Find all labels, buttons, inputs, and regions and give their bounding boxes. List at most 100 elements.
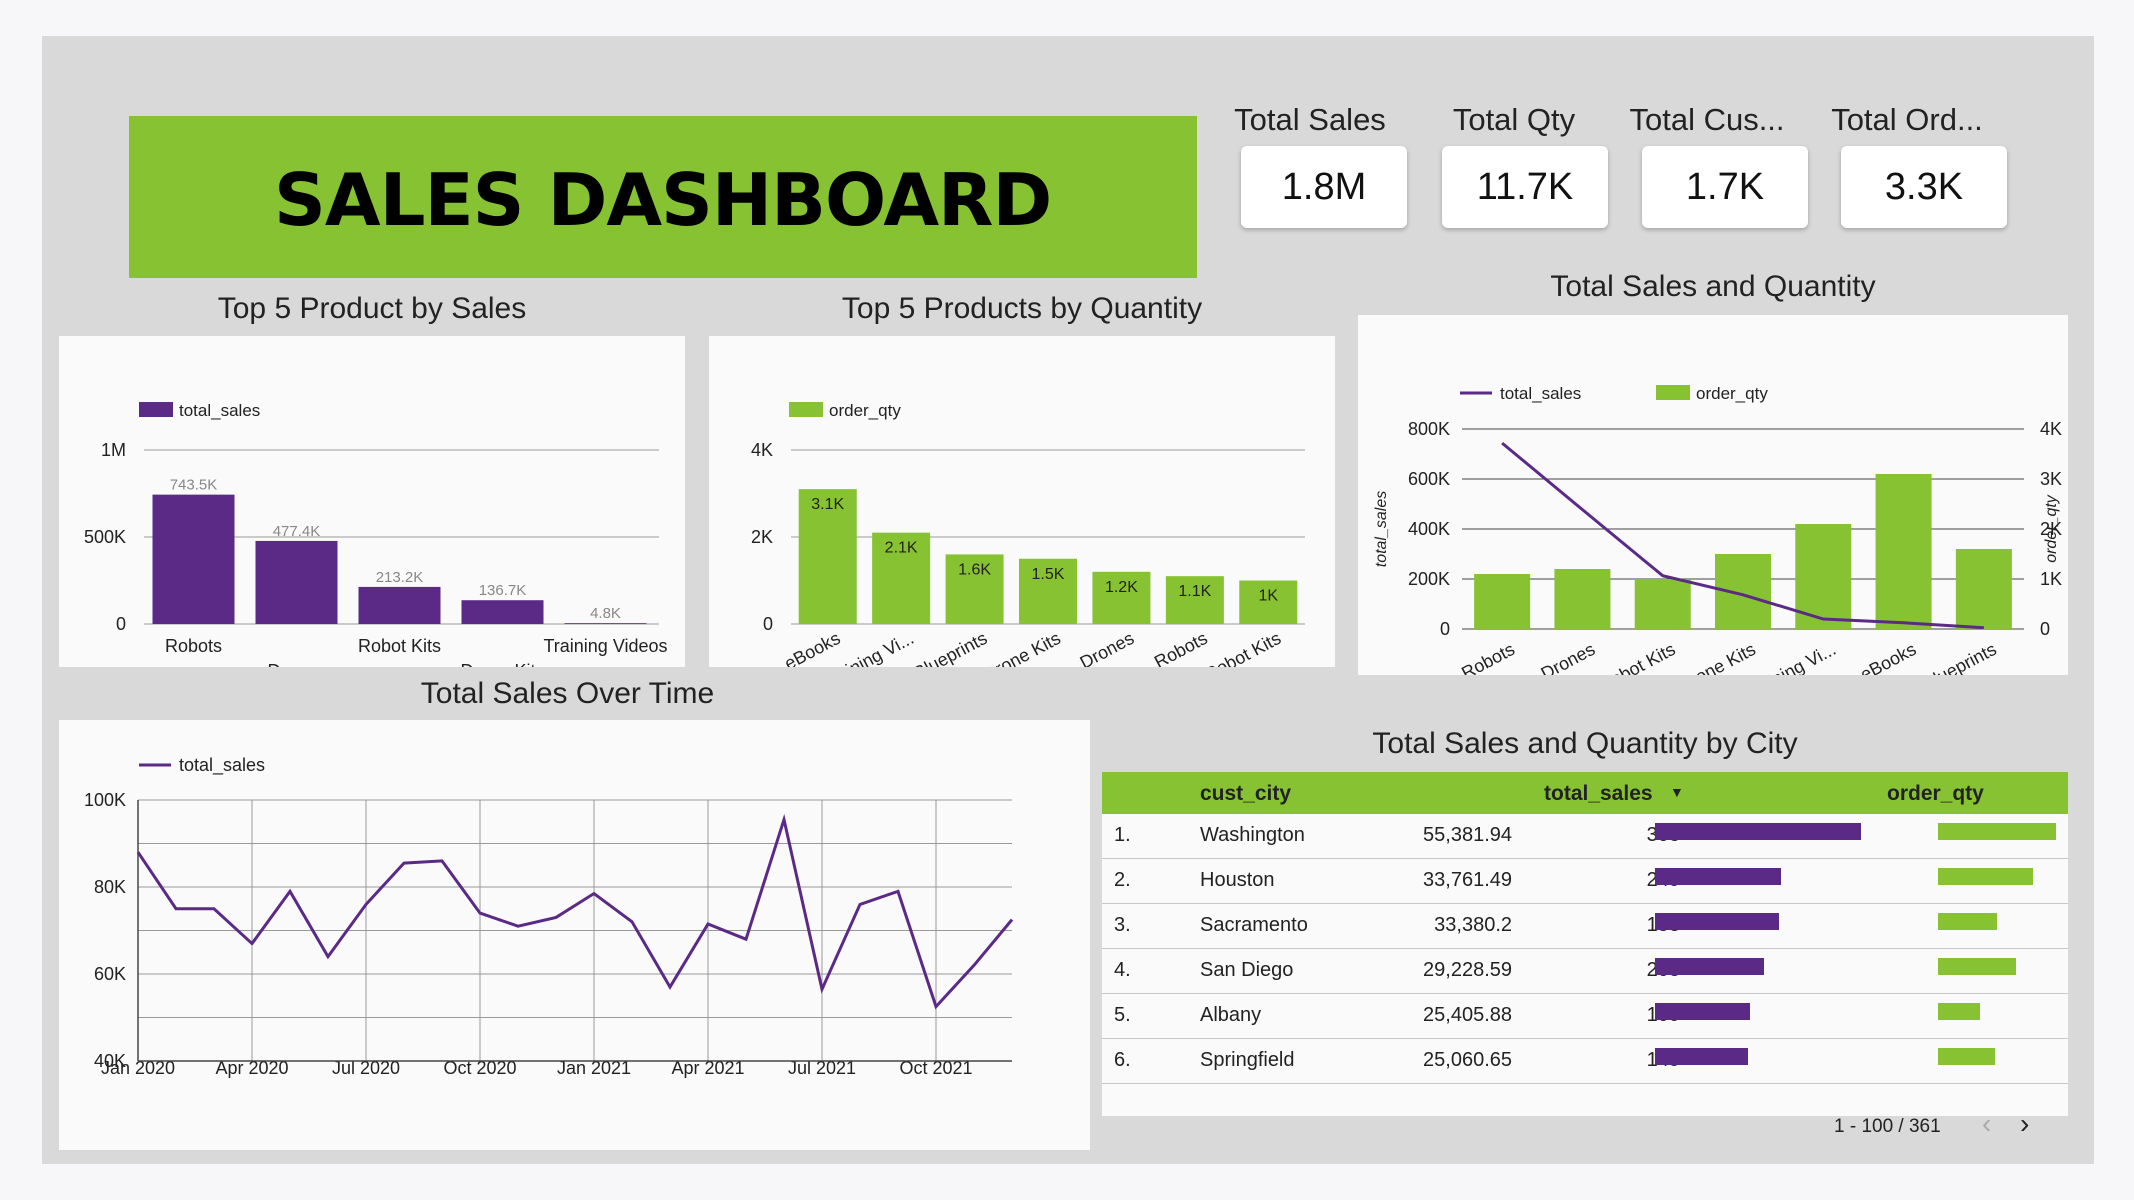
x-tick-label: Robot Kits — [358, 636, 441, 656]
row-rank: 5. — [1114, 1004, 1131, 1026]
table-header: cust_city total_sales ▼ order_qty — [1102, 772, 2068, 814]
bar — [255, 540, 338, 624]
row-city: Sacramento — [1200, 914, 1308, 936]
row-rank: 6. — [1114, 1049, 1131, 1071]
panel-sales-qty: 0 0 200K 1K 400K 2K 600K 3K 800K 4K total_sales ord… — [1358, 315, 2068, 704]
data-label: 136.7K — [479, 582, 527, 599]
legend-swatch — [139, 402, 173, 417]
prev-page-icon[interactable]: ‹ — [1982, 1108, 1991, 1140]
sales-bar — [1655, 1003, 1750, 1020]
x-tick-label: eBooks — [781, 628, 843, 667]
panel-sales-over-time: 40K 60K 80K 100K Jan 2020 Apr 2020 Jul 2020 Oct… — [59, 720, 1090, 1150]
row-city: Springfield — [1200, 1049, 1295, 1071]
table-title-city: Total Sales and Quantity by City — [1372, 727, 1798, 760]
y-tick-label-left: 800K — [1408, 419, 1450, 439]
data-label: 743.5K — [170, 477, 218, 494]
y-tick-label-right: 4K — [2040, 419, 2062, 439]
y-axis-title-left: total_sales — [1373, 491, 1390, 568]
x-tick-label: Training Videos — [543, 636, 667, 656]
y-tick-label-left: 400K — [1408, 519, 1450, 539]
x-tick-label: eBooks — [1857, 639, 1919, 675]
y-axis-title-right: order_qty — [2043, 494, 2060, 563]
y-tick-label: 500K — [84, 527, 126, 547]
sales-bar — [1655, 1048, 1748, 1065]
data-label: 1.6K — [958, 561, 991, 578]
y-tick-label: 0 — [763, 614, 773, 634]
data-label: 213.2K — [376, 569, 424, 586]
y-tick-label: 0 — [116, 614, 126, 634]
kpi-card-total-sales[interactable]: 1.8M — [1241, 146, 1407, 228]
table-row[interactable]: 1.Washington55,381.94308 — [1102, 814, 2068, 859]
row-sales: 29,228.59 — [1423, 959, 1512, 981]
table-row[interactable]: 4.San Diego29,228.59203 — [1102, 949, 2068, 994]
x-tick-label: Drone Kits — [1675, 639, 1759, 675]
next-page-icon[interactable]: › — [2020, 1108, 2029, 1140]
top5-qty-bar-chart: 02K4Korder_qty3.1KeBooks2.1KTraining Vi.… — [751, 401, 1305, 693]
kpi-card-total-customers[interactable]: 1.7K — [1642, 146, 1808, 228]
city-table: cust_city total_sales ▼ order_qty 1. Wash… — [1102, 772, 2068, 1139]
y-tick-label-left: 0 — [1440, 619, 1450, 639]
row-sales: 55,381.94 — [1423, 824, 1512, 846]
bar — [1474, 574, 1531, 629]
dashboard-title: SALES DASHBOARD — [274, 158, 1052, 242]
y-tick-label: 4K — [751, 440, 773, 460]
sales-bar — [1655, 868, 1781, 885]
column-header-city[interactable]: cust_city — [1200, 782, 1291, 806]
sales-qty-combo-chart: 0 0200K 1K400K 2K600K 3K800K 4Ktotal_sales ord… — [1373, 384, 2062, 704]
chart-title-top5-qty: Top 5 Products by Quantity — [841, 292, 1203, 325]
row-city: Washington — [1200, 824, 1305, 846]
table-row[interactable]: 2.Houston33,761.49249 — [1102, 859, 2068, 904]
y-tick-label: 80K — [94, 877, 126, 897]
y-tick-label: 2K — [751, 527, 773, 547]
y-tick-label: 100K — [84, 790, 126, 810]
y-tick-label: 60K — [94, 964, 126, 984]
row-rank: 4. — [1114, 959, 1131, 981]
legend-label: order_qty — [829, 401, 901, 420]
row-city: Houston — [1200, 869, 1275, 891]
bar — [1875, 474, 1932, 629]
qty-bar — [1938, 823, 2056, 840]
row-sales: 25,405.88 — [1423, 1004, 1512, 1026]
y-tick-label-right: 0 — [2040, 619, 2050, 639]
y-tick-label-left: 600K — [1408, 469, 1450, 489]
top5-sales-bar-chart: 0 500K 1M total_sales 743.5K Robots 477.4K Dron… — [84, 401, 668, 681]
bar — [564, 623, 647, 624]
kpi-card-total-orders[interactable]: 3.3K — [1841, 146, 2007, 228]
row-rank: 1. — [1114, 824, 1131, 846]
legend-swatch-bar — [1656, 385, 1690, 400]
sort-desc-icon[interactable]: ▼ — [1670, 784, 1684, 800]
kpi-card-total-qty[interactable]: 11.7K — [1442, 146, 1608, 228]
column-header-qty[interactable]: order_qty — [1887, 782, 1984, 806]
bar — [358, 586, 441, 624]
kpi-label-total-sales: Total Sales — [1234, 102, 1386, 137]
panel-top5-qty: 0 2K 4K order_qty 3.1K eBooks 2.1K Training Vi.… — [709, 336, 1335, 693]
sales-bar — [1655, 913, 1779, 930]
table-row[interactable]: 3.Sacramento33,380.2153 — [1102, 904, 2068, 949]
legend-label: total_sales — [179, 401, 260, 420]
x-tick-label: Robot Kits — [1596, 639, 1679, 675]
x-tick-label: Drone Kits — [980, 628, 1064, 667]
kpi-label-total-customers: Total Cus... — [1629, 102, 1785, 137]
sales-bar — [1655, 823, 1861, 840]
x-tick-label: Blueprints — [910, 628, 990, 667]
legend-label: order_qty — [1696, 384, 1768, 403]
legend-label: total_sales — [179, 755, 265, 776]
x-tick-label: Drones — [267, 661, 325, 667]
kpi-label-total-orders: Total Ord... — [1831, 102, 1983, 137]
column-header-sales[interactable]: total_sales — [1544, 782, 1653, 806]
data-label: 1.1K — [1178, 583, 1211, 600]
row-sales: 33,380.2 — [1434, 914, 1512, 936]
x-tick-label: Drone Kits — [460, 661, 544, 667]
data-label: 4.8K — [590, 605, 621, 622]
table-row[interactable]: 6.Springfield25,060.65149 — [1102, 1039, 2068, 1084]
y-tick-label: 1M — [101, 440, 126, 460]
bar — [1955, 549, 2012, 629]
panel-top5-sales: 0 500K 1M total_sales 743.5K Robots 477.4K Dron… — [59, 336, 685, 681]
dashboard-canvas: SALES DASHBOARD Total Sales 1.8M Total Q… — [42, 36, 2094, 1164]
x-tick-label: Robots — [165, 636, 222, 656]
qty-bar — [1938, 958, 2016, 975]
chart-title-sales-over-time: Total Sales Over Time — [420, 677, 715, 710]
x-tick-label: Robots — [1151, 628, 1211, 667]
table-row[interactable]: 5.Albany25,405.88109 — [1102, 994, 2068, 1039]
pagination-label: 1 - 100 / 361 — [1834, 1116, 1941, 1137]
